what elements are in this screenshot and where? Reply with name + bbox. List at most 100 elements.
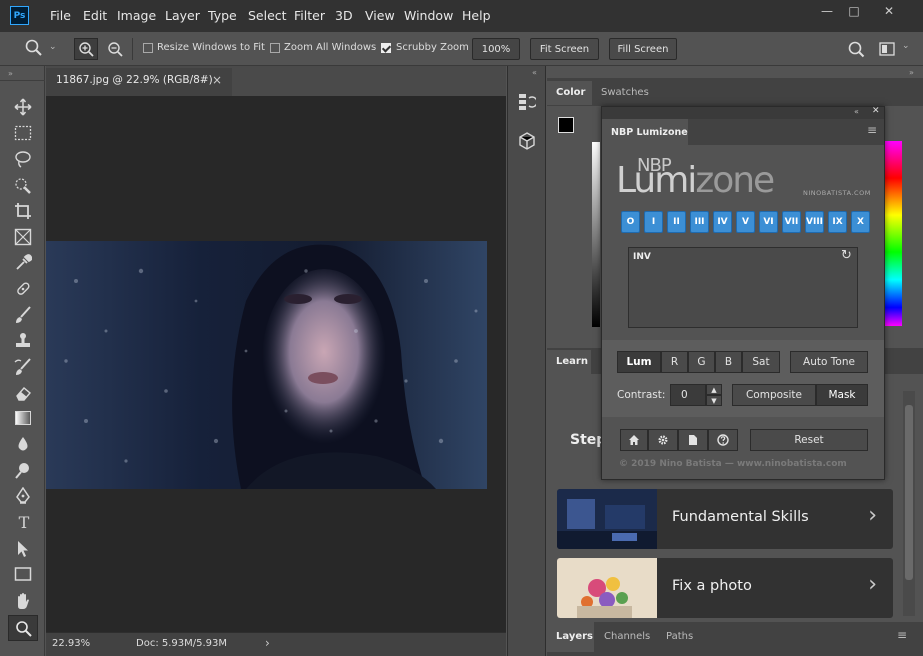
3d-panel-icon[interactable]: [518, 132, 536, 150]
reset-button[interactable]: Reset: [750, 429, 868, 451]
resize-windows-checkbox[interactable]: [143, 43, 153, 53]
help-button[interactable]: [708, 429, 738, 451]
tab-layers[interactable]: Layers: [547, 622, 594, 652]
workspace-icon[interactable]: [879, 42, 896, 56]
contrast-up-button[interactable]: ▲: [706, 384, 722, 395]
mode-g-button[interactable]: G: [688, 351, 715, 373]
zoom-out-icon[interactable]: [107, 41, 124, 58]
auto-tone-button[interactable]: Auto Tone: [790, 351, 868, 373]
blur-tool-icon[interactable]: [14, 435, 32, 453]
hand-tool-icon[interactable]: [14, 592, 32, 610]
tab-swatches[interactable]: Swatches: [601, 81, 649, 105]
learn-scrollbar[interactable]: [903, 391, 915, 616]
zone-button-0[interactable]: O: [621, 211, 640, 233]
zone-list[interactable]: INV ↻: [628, 247, 858, 328]
menu-help[interactable]: Help: [462, 8, 491, 23]
dodge-tool-icon[interactable]: [14, 461, 32, 479]
collapse-dock-icon[interactable]: «: [532, 68, 537, 77]
home-button[interactable]: [620, 429, 648, 451]
marquee-tool-icon[interactable]: [14, 125, 32, 141]
refresh-icon[interactable]: ↻: [841, 248, 852, 263]
menu-select[interactable]: Select: [248, 8, 287, 23]
zone-button-9[interactable]: IX: [828, 211, 847, 233]
foreground-color-swatch[interactable]: [558, 117, 574, 133]
eyedropper-tool-icon[interactable]: [14, 254, 32, 272]
color-ramp-hue[interactable]: [885, 141, 902, 326]
type-tool-icon[interactable]: T: [13, 513, 35, 533]
zone-button-7[interactable]: VII: [782, 211, 801, 233]
document-button[interactable]: [678, 429, 708, 451]
tab-nbp-lumizone[interactable]: NBP Lumizone: [602, 119, 688, 145]
path-selection-tool-icon[interactable]: [15, 540, 31, 558]
zoom-tool-button[interactable]: [8, 615, 38, 641]
zoom-in-button[interactable]: [74, 38, 98, 60]
menu-edit[interactable]: Edit: [83, 8, 107, 23]
mode-b-button[interactable]: B: [715, 351, 742, 373]
layers-panel-menu-icon[interactable]: ≡: [897, 628, 907, 642]
pen-tool-icon[interactable]: [14, 487, 32, 505]
collapse-toolbar-icon[interactable]: »: [8, 69, 13, 78]
fill-screen-button[interactable]: Fill Screen: [609, 38, 677, 60]
menu-3d[interactable]: 3D: [335, 8, 353, 23]
mode-lum-button[interactable]: Lum: [617, 351, 661, 373]
menu-window[interactable]: Window: [404, 8, 453, 23]
color-ramp-gray[interactable]: [592, 142, 600, 327]
zoom-all-checkbox[interactable]: [270, 43, 280, 53]
minimize-button[interactable]: —: [816, 4, 838, 20]
learn-scrollbar-thumb[interactable]: [905, 405, 913, 580]
close-window-button[interactable]: ✕: [878, 4, 900, 20]
gradient-tool-icon[interactable]: [14, 410, 32, 426]
eraser-tool-icon[interactable]: [14, 384, 32, 402]
lumizone-close-icon[interactable]: ✕: [872, 106, 880, 116]
zone-button-5[interactable]: V: [736, 211, 755, 233]
history-panel-icon[interactable]: [518, 92, 536, 112]
menu-type[interactable]: Type: [208, 8, 237, 23]
zone-button-6[interactable]: VI: [759, 211, 778, 233]
document-close-icon[interactable]: ×: [212, 73, 222, 87]
rectangle-tool-icon[interactable]: [14, 566, 32, 582]
healing-brush-tool-icon[interactable]: [14, 280, 32, 298]
menu-view[interactable]: View: [365, 8, 395, 23]
move-tool-icon[interactable]: [14, 98, 32, 116]
brush-tool-icon[interactable]: [14, 306, 32, 324]
zone-button-4[interactable]: IV: [713, 211, 732, 233]
tab-learn[interactable]: Learn: [547, 350, 591, 374]
menu-file[interactable]: File: [50, 8, 71, 23]
lumizone-collapse-icon[interactable]: «: [854, 107, 859, 116]
mode-sat-button[interactable]: Sat: [742, 351, 780, 373]
search-icon[interactable]: [848, 41, 865, 58]
mode-r-button[interactable]: R: [661, 351, 688, 373]
zoom-status[interactable]: 22.93%: [52, 638, 90, 649]
workspace-chevron-icon[interactable]: ⌄: [902, 41, 910, 51]
history-brush-tool-icon[interactable]: [14, 358, 32, 376]
tab-channels[interactable]: Channels: [604, 622, 650, 646]
settings-button[interactable]: [648, 429, 678, 451]
menu-layer[interactable]: Layer: [165, 8, 200, 23]
fit-screen-button[interactable]: Fit Screen: [530, 38, 599, 60]
mask-button[interactable]: Mask: [816, 384, 868, 406]
menu-image[interactable]: Image: [117, 8, 156, 23]
tab-color[interactable]: Color: [547, 81, 592, 105]
frame-tool-icon[interactable]: [14, 228, 32, 246]
lasso-tool-icon[interactable]: [14, 150, 32, 168]
zoom-percent-field[interactable]: 100%: [472, 38, 520, 60]
scrubby-zoom-checkbox[interactable]: [381, 43, 391, 53]
zone-button-1[interactable]: I: [644, 211, 663, 233]
learn-card-fix-photo[interactable]: Fix a photo ›: [557, 558, 893, 618]
tab-paths[interactable]: Paths: [666, 622, 693, 646]
clone-stamp-tool-icon[interactable]: [14, 332, 32, 350]
document-tab[interactable]: 11867.jpg @ 22.9% (RGB/8#) ×: [46, 68, 232, 96]
tool-preset-chevron-icon[interactable]: ⌄: [49, 42, 57, 52]
lumizone-menu-icon[interactable]: ≡: [867, 123, 877, 137]
zone-list-item[interactable]: INV: [633, 252, 651, 262]
status-menu-arrow[interactable]: ›: [265, 636, 270, 650]
learn-card-fundamental[interactable]: Fundamental Skills ›: [557, 489, 893, 549]
crop-tool-icon[interactable]: [14, 202, 32, 220]
contrast-input[interactable]: 0: [670, 384, 706, 406]
zone-button-10[interactable]: X: [851, 211, 870, 233]
composite-button[interactable]: Composite: [732, 384, 816, 406]
zoom-tool-icon[interactable]: [25, 39, 43, 57]
quick-selection-tool-icon[interactable]: [14, 177, 32, 195]
canvas-photo[interactable]: [46, 241, 487, 489]
zone-button-2[interactable]: II: [667, 211, 686, 233]
